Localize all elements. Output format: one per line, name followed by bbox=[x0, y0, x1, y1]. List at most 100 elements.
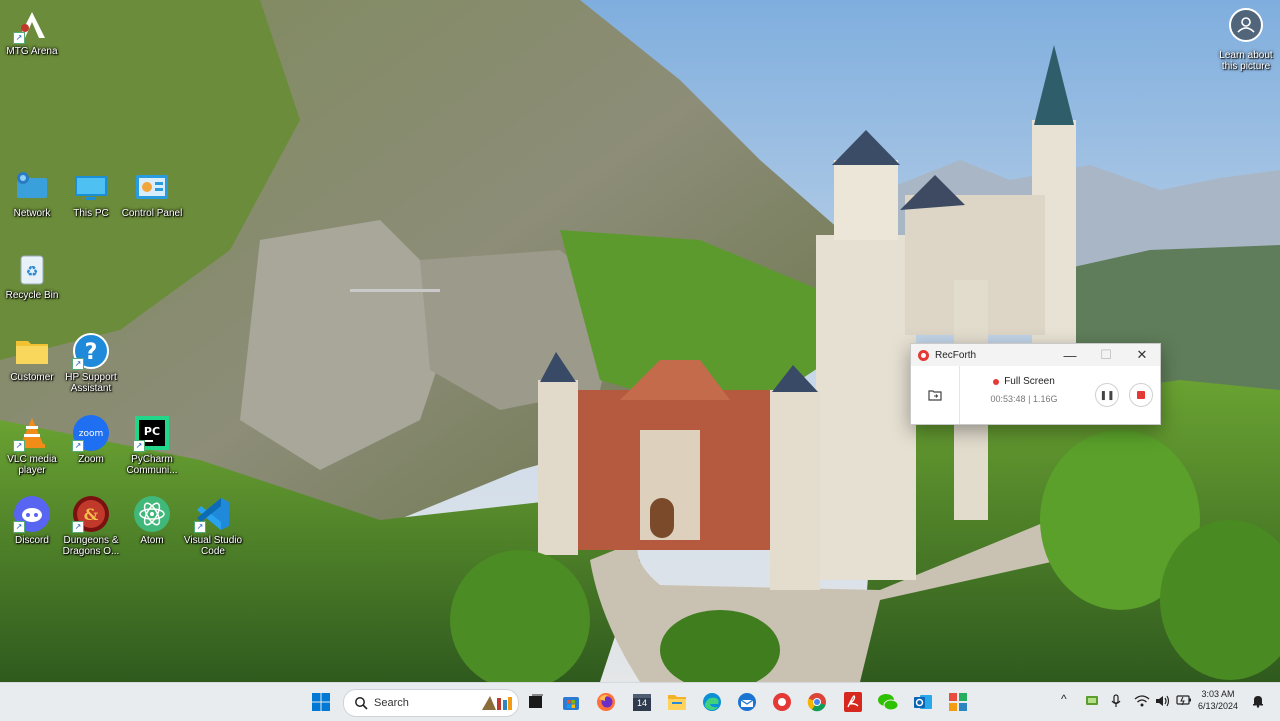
acrobat-icon bbox=[844, 692, 862, 712]
desktop-icon-recycle-bin[interactable]: ♻ Recycle Bin bbox=[0, 250, 64, 301]
folder-icon bbox=[13, 332, 51, 370]
start-icon bbox=[312, 693, 330, 711]
taskbar-outlook[interactable] bbox=[911, 690, 935, 714]
desktop-icon-label: Recycle Bin bbox=[5, 290, 59, 301]
desktop-icon-label: MTG Arena bbox=[6, 46, 58, 57]
desktop-icon-network[interactable]: Network bbox=[0, 168, 64, 219]
taskbar-store[interactable] bbox=[559, 690, 583, 714]
taskbar-firefox[interactable] bbox=[594, 690, 618, 714]
maximize-button[interactable]: ☐ bbox=[1088, 347, 1124, 363]
desktop-icon-customer[interactable]: Customer bbox=[0, 332, 64, 383]
search-highlight-icon bbox=[482, 696, 512, 710]
file-size: 1.16G bbox=[1032, 394, 1058, 404]
taskbar-clock[interactable]: 3:03 AM 6/13/2024 bbox=[1196, 688, 1240, 712]
desktop-icon-label: HP Support Assistant bbox=[65, 372, 117, 394]
desktop-icon-vscode[interactable]: ↗ Visual Studio Code bbox=[181, 495, 245, 557]
folder-icon bbox=[928, 390, 942, 401]
shortcut-arrow-icon: ↗ bbox=[194, 521, 206, 533]
recording-stats: 00:53:48 | 1.16G bbox=[960, 394, 1088, 404]
store-icon bbox=[563, 697, 579, 710]
pycharm-icon: PC ↗ bbox=[133, 414, 171, 452]
desktop-icon-zoom[interactable]: zoom ↗ Zoom bbox=[59, 414, 123, 465]
pause-icon: ❚❚ bbox=[1099, 389, 1115, 400]
dnd-icon: & ↗ bbox=[72, 495, 110, 533]
desktop-wallpaper bbox=[0, 0, 1280, 682]
desktop-icon-this-pc[interactable]: This PC bbox=[59, 168, 123, 219]
desktop-icon-label: Zoom bbox=[78, 454, 104, 465]
taskbar-wechat[interactable] bbox=[876, 690, 900, 714]
desktop-icon-control-panel[interactable]: Control Panel bbox=[120, 168, 184, 219]
thunderbird-icon bbox=[738, 693, 756, 711]
outlook-icon bbox=[914, 695, 932, 709]
taskbar-edge[interactable] bbox=[700, 690, 724, 714]
desktop-icon-label: VLC media player bbox=[7, 454, 57, 476]
notification-bell-icon[interactable] bbox=[1252, 694, 1264, 711]
task-view-button[interactable] bbox=[524, 690, 548, 714]
atom-icon bbox=[133, 495, 171, 533]
mtg-arena-icon: ↗ bbox=[13, 6, 51, 44]
stop-button[interactable] bbox=[1129, 383, 1153, 407]
desktop-icon-mtg-arena[interactable]: ↗ MTG Arena bbox=[0, 6, 64, 57]
tray-app-icon[interactable] bbox=[1085, 694, 1099, 709]
stop-icon bbox=[1137, 391, 1145, 399]
pause-button[interactable]: ❚❚ bbox=[1095, 383, 1119, 407]
shortcut-arrow-icon: ↗ bbox=[13, 521, 25, 533]
recforth-titlebar[interactable]: RecForth — ☐ ✕ bbox=[911, 344, 1160, 366]
battery-icon[interactable] bbox=[1176, 694, 1192, 709]
task-view-icon bbox=[529, 694, 543, 708]
desktop-icon-atom[interactable]: Atom bbox=[120, 495, 184, 546]
vscode-icon: ↗ bbox=[194, 495, 232, 533]
taskbar-calendar[interactable]: 14 bbox=[630, 690, 654, 714]
desktop-icon-label: Dungeons & Dragons O... bbox=[62, 535, 120, 557]
shortcut-arrow-icon: ↗ bbox=[133, 440, 145, 452]
clock-date: 6/13/2024 bbox=[1197, 701, 1239, 711]
desktop-icon-pycharm[interactable]: PC ↗ PyCharm Communi... bbox=[120, 414, 184, 476]
desktop-icon-discord[interactable]: ↗ Discord bbox=[0, 495, 64, 546]
chrome-icon bbox=[807, 693, 826, 712]
desktop-icon-hp-support[interactable]: ? ↗ HP Support Assistant bbox=[59, 332, 123, 394]
open-folder-button[interactable] bbox=[911, 366, 960, 424]
discord-icon: ↗ bbox=[13, 495, 51, 533]
recforth-window[interactable]: RecForth — ☐ ✕ Full Screen 00:53:48 | 1.… bbox=[910, 343, 1161, 425]
taskbar-thunderbird[interactable] bbox=[735, 690, 759, 714]
taskbar: Search 14 ^ 3:03 AM 6/13/2024 bbox=[0, 682, 1280, 721]
taskbar-widgets[interactable] bbox=[946, 690, 970, 714]
desktop-icon-dnd[interactable]: & ↗ Dungeons & Dragons O... bbox=[59, 495, 123, 557]
wifi-icon[interactable] bbox=[1134, 694, 1150, 711]
zoom-icon: zoom ↗ bbox=[72, 414, 110, 452]
learn-about-picture[interactable]: Learn about this picture bbox=[1214, 8, 1278, 72]
taskbar-file-explorer[interactable] bbox=[665, 690, 689, 714]
desktop-icon-label: Control Panel bbox=[121, 208, 183, 219]
recording-mode: Full Screen bbox=[960, 376, 1088, 387]
start-button[interactable] bbox=[309, 690, 333, 714]
hp-support-icon: ? ↗ bbox=[72, 332, 110, 370]
minimize-button[interactable]: — bbox=[1052, 348, 1088, 363]
recforth-title: RecForth bbox=[935, 349, 977, 361]
taskbar-search[interactable]: Search bbox=[343, 689, 519, 717]
this-pc-icon bbox=[72, 168, 110, 206]
shortcut-arrow-icon: ↗ bbox=[72, 358, 84, 370]
search-icon bbox=[355, 697, 368, 710]
edge-icon bbox=[703, 693, 721, 711]
shortcut-arrow-icon: ↗ bbox=[72, 440, 84, 452]
vlc-icon: ↗ bbox=[13, 414, 51, 452]
taskbar-recforth[interactable] bbox=[770, 690, 794, 714]
recforth-icon bbox=[773, 693, 791, 711]
microphone-icon[interactable] bbox=[1110, 694, 1122, 711]
desktop-icon-label: Visual Studio Code bbox=[183, 535, 243, 557]
tray-overflow-button[interactable]: ^ bbox=[1061, 692, 1067, 706]
desktop-icon-label: Customer bbox=[10, 372, 54, 383]
svg-text:♻: ♻ bbox=[26, 264, 39, 280]
recording-indicator-icon bbox=[993, 378, 1000, 385]
taskbar-chrome[interactable] bbox=[805, 690, 829, 714]
camera-info-icon bbox=[1229, 8, 1263, 42]
volume-icon[interactable] bbox=[1155, 694, 1171, 711]
elapsed-time: 00:53:48 bbox=[990, 394, 1026, 404]
close-button[interactable]: ✕ bbox=[1124, 347, 1160, 363]
widgets-icon bbox=[949, 693, 967, 711]
svg-text:PC: PC bbox=[144, 425, 160, 438]
taskbar-acrobat[interactable] bbox=[841, 690, 865, 714]
firefox-icon bbox=[597, 693, 615, 711]
control-panel-icon bbox=[133, 168, 171, 206]
desktop-icon-vlc[interactable]: ↗ VLC media player bbox=[0, 414, 64, 476]
